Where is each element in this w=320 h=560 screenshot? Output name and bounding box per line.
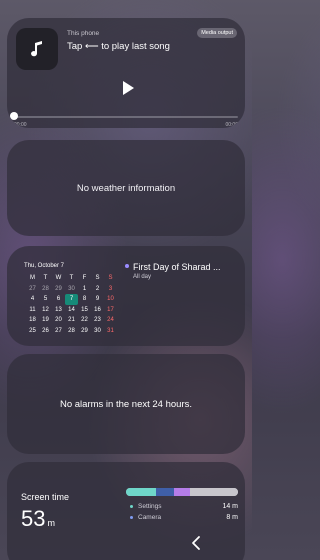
calendar-day[interactable]: 6 — [52, 294, 65, 305]
app-usage-item: Camera 8 m — [126, 512, 238, 523]
calendar-day[interactable]: 1 — [78, 284, 91, 295]
usage-segment — [156, 488, 175, 496]
calendar-day[interactable]: 21 — [65, 315, 78, 326]
elapsed-time: 00:00 — [14, 122, 27, 128]
app-usage-time: 14 m — [222, 503, 238, 510]
seek-thumb[interactable] — [10, 112, 18, 120]
calendar-day[interactable]: 27 — [26, 284, 39, 295]
calendar-day[interactable]: 25 — [26, 326, 39, 337]
weekday-label: S — [95, 275, 100, 281]
app-usage-list: Settings 14 m Camera 8 m — [126, 501, 238, 523]
calendar-day[interactable]: 13 — [52, 305, 65, 316]
weekday-label: S — [108, 275, 113, 281]
calendar-day[interactable]: 27 — [52, 326, 65, 337]
app-usage-time: 8 m — [226, 514, 238, 521]
app-usage-item: Settings 14 m — [126, 501, 238, 512]
album-art[interactable] — [16, 28, 58, 70]
screen-time-number: 53 — [21, 506, 46, 531]
weekday-label: F — [82, 275, 87, 281]
screen-time-unit: m — [47, 518, 55, 528]
calendar-day[interactable]: 10 — [104, 294, 117, 305]
calendar-day[interactable]: 30 — [91, 326, 104, 337]
calendar-day[interactable]: 17 — [104, 305, 117, 316]
media-source: This phone — [67, 30, 100, 37]
calendar-day[interactable]: 29 — [78, 326, 91, 337]
calendar-day[interactable]: 19 — [39, 315, 52, 326]
music-note-icon — [31, 41, 42, 57]
calendar-day[interactable]: 28 — [39, 284, 52, 295]
calendar-day[interactable]: 28 — [65, 326, 78, 337]
app-name: Camera — [138, 514, 162, 521]
calendar-day[interactable]: 12 — [39, 305, 52, 316]
screen-time-label: Screen time — [21, 492, 70, 502]
calendar-day[interactable]: 11 — [26, 305, 39, 316]
calendar-widget[interactable]: Thu, October 7 M T W T F S S 27 28 29 30 1 2 3… — [7, 246, 245, 346]
total-time: 00:00 — [225, 122, 238, 128]
event-title[interactable]: First Day of Sharad ... — [133, 262, 221, 272]
usage-bar — [126, 488, 238, 496]
calendar-day[interactable]: 9 — [91, 294, 104, 305]
play-icon[interactable] — [121, 80, 135, 96]
media-widget[interactable]: This phone Tap ⟵ to play last song Media… — [7, 18, 245, 128]
seek-bar[interactable] — [14, 116, 238, 118]
calendar-day[interactable]: 16 — [91, 305, 104, 316]
calendar-day[interactable]: 7 — [65, 294, 78, 305]
calendar-day[interactable]: 23 — [91, 315, 104, 326]
screen-time-widget[interactable]: Screen time 53 m Settings 14 m Camera 8 m — [7, 462, 245, 560]
usage-segment — [189, 488, 238, 496]
calendar-week-row: 11 12 13 14 15 16 17 — [26, 305, 117, 316]
weekday-label: W — [55, 275, 62, 281]
weather-widget[interactable]: No weather information — [7, 140, 245, 236]
calendar-day[interactable]: 20 — [52, 315, 65, 326]
calendar-week-row: 4 5 6 7 8 9 10 — [26, 294, 117, 305]
calendar-day[interactable]: 22 — [78, 315, 91, 326]
weekday-label: M — [30, 275, 35, 281]
calendar-day[interactable]: 8 — [78, 294, 91, 305]
calendar-day[interactable]: 3 — [104, 284, 117, 295]
event-time: All day — [133, 274, 152, 280]
calendar-day[interactable]: 29 — [52, 284, 65, 295]
chevron-left-icon[interactable] — [189, 535, 205, 551]
weekday-label: T — [43, 275, 48, 281]
calendar-day[interactable]: 5 — [39, 294, 52, 305]
screen-time-value: 53 m — [21, 506, 55, 532]
app-name: Settings — [138, 503, 162, 510]
usage-segment — [126, 488, 157, 496]
calendar-date: Thu, October 7 — [24, 263, 65, 269]
calendar-day[interactable]: 14 — [65, 305, 78, 316]
media-output-button[interactable]: Media output — [197, 28, 237, 38]
calendar-day[interactable]: 15 — [78, 305, 91, 316]
calendar-day[interactable]: 31 — [104, 326, 117, 337]
calendar-day[interactable]: 2 — [91, 284, 104, 295]
calendar-day[interactable]: 26 — [39, 326, 52, 337]
alarm-widget[interactable]: No alarms in the next 24 hours. — [7, 354, 245, 454]
app-color-dot — [130, 516, 133, 519]
app-color-dot — [130, 505, 133, 508]
alarm-message: No alarms in the next 24 hours. — [59, 398, 192, 410]
calendar-week-row: 18 19 20 21 22 23 24 — [26, 315, 117, 326]
calendar-grid[interactable]: M T W T F S S 27 28 29 30 1 2 3 4 5 6 7 8 9 10 11 12 13 1… — [26, 273, 117, 336]
weather-message: No weather information — [76, 182, 176, 194]
calendar-day[interactable]: 24 — [104, 315, 117, 326]
calendar-day[interactable]: 30 — [65, 284, 78, 295]
weekday-header: M T W T F S S — [26, 273, 117, 284]
calendar-day[interactable]: 4 — [26, 294, 39, 305]
event-color-dot — [125, 264, 129, 268]
calendar-week-row: 27 28 29 30 1 2 3 — [26, 284, 117, 295]
media-title[interactable]: Tap ⟵ to play last song — [67, 41, 170, 52]
calendar-day[interactable]: 18 — [26, 315, 39, 326]
calendar-week-row: 25 26 27 28 29 30 31 — [26, 326, 117, 337]
weekday-label: T — [69, 275, 74, 281]
usage-segment — [174, 488, 190, 496]
